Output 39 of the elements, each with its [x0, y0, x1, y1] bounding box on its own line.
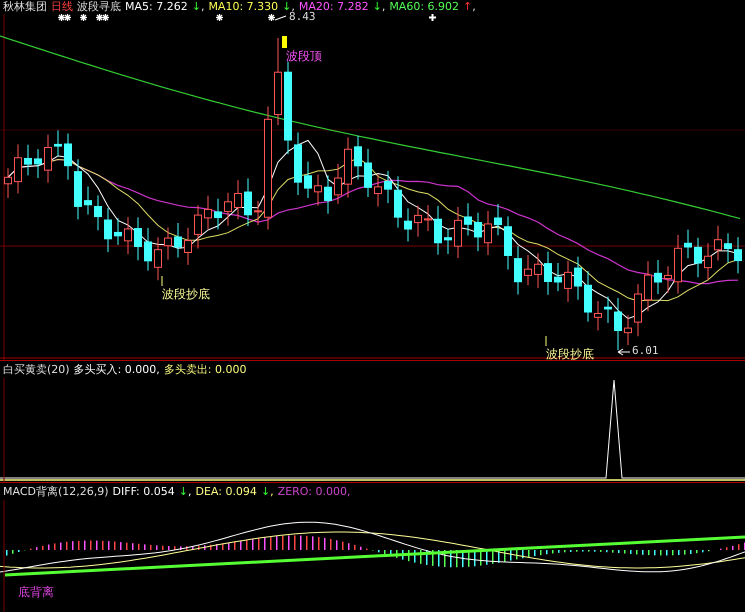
macd-value: ZERO: 0.000	[278, 484, 347, 498]
trend-arrow: ↑	[463, 0, 472, 14]
ma-value: MA20: 7.282	[298, 0, 369, 13]
separator: ,	[291, 0, 295, 13]
stock-name: 秋林集团	[3, 0, 47, 14]
star-marker-icon	[216, 14, 223, 21]
macd-title: MACD背离(12,26,9)	[3, 484, 109, 498]
separator: ,	[270, 484, 274, 498]
low-price-label: 6.01	[632, 344, 658, 357]
macd-value: DEA: 0.094	[195, 484, 257, 498]
period-label: 日线	[51, 0, 73, 14]
signal-label: 波段抄底	[546, 346, 594, 363]
ma-value: MA5: 7.262	[125, 0, 188, 14]
trend-arrow: ↓	[178, 484, 188, 498]
divergence-label: 底背离	[18, 584, 54, 601]
ma-value: MA10: 7.330	[208, 0, 278, 14]
signal-label: 波段抄底	[162, 286, 210, 303]
leader-arrow	[618, 348, 630, 356]
macd-value: DIFF: 0.054	[112, 484, 175, 498]
leader-line	[274, 16, 286, 20]
plus-marker-icon	[429, 14, 436, 21]
star-marker-icon	[268, 14, 275, 21]
star-marker-icon	[80, 14, 87, 21]
separator: ,	[346, 484, 350, 498]
indicator-title: 白买黄卖(20)	[3, 362, 70, 376]
signal-marker	[282, 36, 287, 48]
separator: ,	[382, 0, 386, 14]
indicator-value: 多头卖出: 0.000	[164, 362, 246, 376]
separator: ,	[200, 0, 204, 14]
trend-arrow: ↓	[260, 484, 270, 498]
separator: ,	[188, 484, 192, 498]
trend-arrow: ↓	[372, 0, 382, 14]
signal-label: 波段顶	[286, 48, 322, 65]
indicator-value: 多头买入: 0.000,	[74, 362, 160, 376]
separator: ,	[472, 0, 476, 14]
trend-arrow: ↓	[282, 0, 292, 13]
ma-value: MA60: 6.902	[389, 0, 460, 14]
trend-arrow: ↓	[192, 0, 201, 14]
indicator-name: 波段寻底	[77, 0, 121, 14]
